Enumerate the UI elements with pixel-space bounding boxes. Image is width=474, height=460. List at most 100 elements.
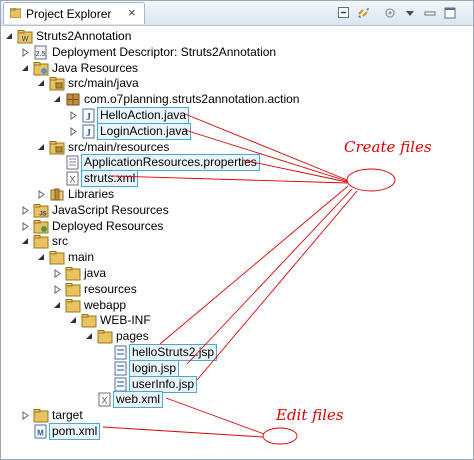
minimize-icon[interactable] bbox=[423, 6, 437, 20]
tree-item-struts2annotation[interactable]: W Struts2Annotation bbox=[5, 28, 471, 45]
svg-text:J: J bbox=[86, 128, 91, 139]
expanded-arrow-icon[interactable] bbox=[37, 253, 46, 262]
tree-item-src[interactable]: src bbox=[21, 233, 471, 250]
tree-item-src-main-java[interactable]: src/main/java bbox=[37, 75, 471, 92]
java-resources-icon bbox=[33, 61, 49, 76]
folder-icon bbox=[65, 266, 81, 281]
tree-item-label: com.o7planning.struts2annotation.action bbox=[84, 92, 300, 107]
tree-item-java-resources[interactable]: Java Resources bbox=[21, 60, 471, 77]
svg-text:X: X bbox=[101, 396, 107, 406]
close-icon[interactable]: × bbox=[128, 5, 136, 20]
tree-item-javascript-resources[interactable]: JS JavaScript Resources bbox=[21, 202, 471, 219]
folder-icon bbox=[33, 408, 49, 423]
xml-file-icon: X bbox=[97, 392, 113, 407]
tree-item-applicationresources-properties[interactable]: ApplicationResources.properties bbox=[53, 154, 471, 172]
tree-item-label: pom.xml bbox=[49, 423, 101, 440]
maximize-icon[interactable] bbox=[443, 6, 457, 20]
focus-icon[interactable] bbox=[383, 6, 397, 20]
tree-item-label: pages bbox=[116, 329, 149, 344]
expanded-arrow-icon[interactable] bbox=[37, 143, 46, 152]
collapsed-arrow-icon[interactable] bbox=[53, 269, 62, 278]
folder-icon bbox=[81, 313, 97, 328]
collapsed-arrow-icon[interactable] bbox=[21, 411, 30, 421]
tree-item-target[interactable]: target bbox=[21, 407, 471, 424]
project-icon: W bbox=[17, 29, 33, 44]
tree-item-webapp[interactable]: webapp bbox=[53, 297, 471, 314]
tree-item-label: Deployment Descriptor: Struts2Annotation bbox=[52, 44, 277, 59]
tree-item-login-jsp[interactable]: login.jsp bbox=[101, 359, 471, 377]
expanded-arrow-icon[interactable] bbox=[37, 79, 46, 88]
jsp-file-icon bbox=[113, 377, 129, 392]
tree-item-label: resources bbox=[84, 281, 137, 296]
expanded-arrow-icon[interactable] bbox=[85, 332, 94, 341]
tree-item-loginaction-java[interactable]: J LoginAction.java bbox=[69, 122, 471, 140]
collapse-all-icon[interactable] bbox=[337, 6, 351, 20]
view-menu-icon[interactable] bbox=[403, 6, 417, 20]
descriptor-icon: 2.5 bbox=[33, 45, 49, 60]
tree-item-label: main bbox=[68, 250, 95, 265]
expanded-arrow-icon[interactable] bbox=[53, 301, 62, 310]
svg-text:W: W bbox=[22, 36, 29, 43]
svg-text:J: J bbox=[86, 112, 91, 123]
tree-item-web-inf[interactable]: WEB-INF bbox=[69, 312, 471, 329]
collapsed-arrow-icon[interactable] bbox=[21, 47, 30, 57]
tree-item-pom-xml[interactable]: Mpom.xml bbox=[21, 423, 471, 440]
tree-item-hellostruts2-jsp[interactable]: helloStruts2.jsp bbox=[101, 344, 471, 361]
java-file-icon: J bbox=[81, 124, 97, 139]
tree-item-label: helloStruts2.jsp bbox=[129, 344, 218, 361]
folder-icon bbox=[97, 329, 113, 344]
collapsed-arrow-icon[interactable] bbox=[69, 111, 78, 120]
expanded-arrow-icon[interactable] bbox=[69, 316, 78, 325]
tree-item-web-xml[interactable]: Xweb.xml bbox=[85, 391, 471, 409]
collapsed-arrow-icon[interactable] bbox=[21, 221, 30, 231]
collapsed-arrow-icon[interactable] bbox=[69, 126, 78, 136]
collapsed-arrow-icon[interactable] bbox=[53, 284, 62, 294]
tree-item-java[interactable]: java bbox=[53, 265, 471, 282]
collapsed-arrow-icon[interactable] bbox=[37, 190, 46, 199]
tree-item-label: WEB-INF bbox=[100, 313, 151, 328]
jsp-file-icon bbox=[113, 361, 129, 376]
tree-item-label: Struts2Annotation bbox=[36, 29, 132, 43]
folder-icon bbox=[65, 298, 81, 313]
expanded-arrow-icon[interactable] bbox=[53, 95, 62, 104]
project-explorer-view: Project Explorer × W Struts2Annotation 2.5… bbox=[0, 0, 474, 460]
tree-item-label: src bbox=[52, 234, 68, 249]
tree-item-pages[interactable]: pages bbox=[85, 328, 471, 345]
svg-text:JS: JS bbox=[39, 211, 46, 217]
tree-item-label: Java Resources bbox=[52, 60, 139, 75]
source-folder-icon bbox=[49, 76, 65, 91]
tab-title: Project Explorer bbox=[26, 7, 112, 21]
tree-item-deployed-resources[interactable]: Deployed Resources bbox=[21, 218, 471, 235]
tree-item-com-o7planning-struts2annotation-action[interactable]: com.o7planning.struts2annotation.action bbox=[53, 91, 471, 108]
source-folder-icon bbox=[49, 140, 65, 155]
folder-icon bbox=[33, 234, 49, 249]
libraries-icon bbox=[49, 187, 65, 202]
tree-item-main[interactable]: main bbox=[37, 249, 471, 266]
tree-item-label: web.xml bbox=[113, 391, 164, 409]
tree-item-src-main-resources[interactable]: src/main/resources bbox=[37, 139, 471, 156]
tree-item-helloaction-java[interactable]: J HelloAction.java bbox=[69, 107, 471, 124]
tree-item-label: src/main/java bbox=[68, 76, 139, 91]
maven-file-icon: M bbox=[33, 424, 49, 439]
tree-item-userinfo-jsp[interactable]: userInfo.jsp bbox=[101, 375, 471, 393]
svg-text:M: M bbox=[37, 429, 44, 438]
tree-item-deployment-descriptor-struts2annotation[interactable]: 2.5 Deployment Descriptor: Struts2Annotat… bbox=[21, 44, 471, 61]
tree-item-label: Libraries bbox=[68, 187, 115, 201]
tree-item-label: HelloAction.java bbox=[97, 107, 190, 124]
folder-icon bbox=[49, 250, 65, 265]
tree-item-label: login.jsp bbox=[129, 359, 180, 377]
tab-project-explorer[interactable]: Project Explorer × bbox=[3, 2, 145, 24]
javascript-resources-icon: JS bbox=[33, 203, 49, 218]
svg-text:2.5: 2.5 bbox=[36, 51, 46, 58]
collapsed-arrow-icon[interactable] bbox=[21, 205, 30, 215]
tree-item-resources[interactable]: resources bbox=[53, 281, 471, 298]
jsp-file-icon bbox=[113, 345, 129, 360]
deployed-resources-icon bbox=[33, 219, 49, 234]
expanded-arrow-icon[interactable] bbox=[21, 64, 30, 73]
expanded-arrow-icon[interactable] bbox=[21, 237, 30, 246]
expanded-arrow-icon[interactable] bbox=[5, 32, 14, 41]
tree-item-struts-xml[interactable]: Xstruts.xml bbox=[53, 170, 471, 188]
tree-item-libraries[interactable]: Libraries bbox=[37, 186, 471, 203]
link-with-editor-icon[interactable] bbox=[357, 6, 371, 20]
tree-item-label: JavaScript Resources bbox=[52, 202, 169, 217]
